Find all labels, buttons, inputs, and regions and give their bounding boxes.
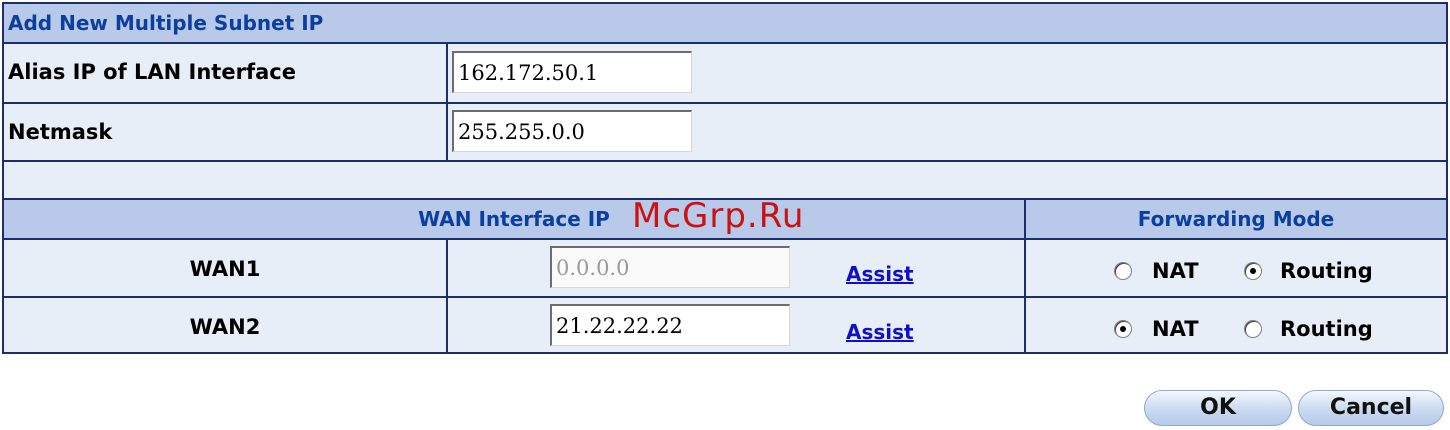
wan2-nat-radio[interactable]: [1114, 320, 1132, 338]
forwarding-mode-column-header: Forwarding Mode: [1026, 200, 1446, 238]
alias-label-cell: Alias IP of LAN Interface: [4, 44, 448, 102]
netmask-row: Netmask: [4, 104, 1446, 160]
wan1-assist-link[interactable]: Assist: [846, 262, 914, 286]
alias-ip-input[interactable]: [452, 51, 692, 93]
wan1-nat-radio[interactable]: [1114, 262, 1132, 280]
divider: [4, 160, 1446, 162]
column-divider: [1024, 200, 1026, 352]
wan1-ip-input[interactable]: [550, 246, 790, 288]
cancel-button[interactable]: Cancel: [1298, 390, 1444, 426]
ok-button[interactable]: OK: [1144, 390, 1292, 426]
alias-row: Alias IP of LAN Interface: [4, 44, 1446, 102]
wan2-label: WAN2: [189, 315, 261, 339]
divider: [4, 238, 1446, 240]
wan-ip-column-header: WAN Interface IP: [4, 200, 1024, 238]
netmask-label: Netmask: [8, 120, 113, 144]
netmask-label-cell: Netmask: [4, 104, 448, 160]
form-header: Add New Multiple Subnet IP: [4, 4, 1446, 44]
wan1-routing-radio[interactable]: [1244, 262, 1262, 280]
watermark: McGrp.Ru: [632, 196, 805, 236]
wan1-routing-label: Routing: [1280, 259, 1373, 283]
alias-label: Alias IP of LAN Interface: [8, 60, 296, 84]
wan2-routing-label: Routing: [1280, 317, 1373, 341]
wan2-nat-label: NAT: [1152, 317, 1199, 341]
wan2-ip-input[interactable]: [550, 304, 790, 346]
wan2-assist-link[interactable]: Assist: [846, 320, 914, 344]
divider: [4, 296, 1446, 298]
wan1-nat-label: NAT: [1152, 259, 1199, 283]
wan2-routing-radio[interactable]: [1244, 320, 1262, 338]
subnet-form-panel: Add New Multiple Subnet IP Alias IP of L…: [2, 2, 1448, 354]
netmask-input[interactable]: [452, 110, 692, 152]
wan1-label: WAN1: [189, 257, 261, 281]
